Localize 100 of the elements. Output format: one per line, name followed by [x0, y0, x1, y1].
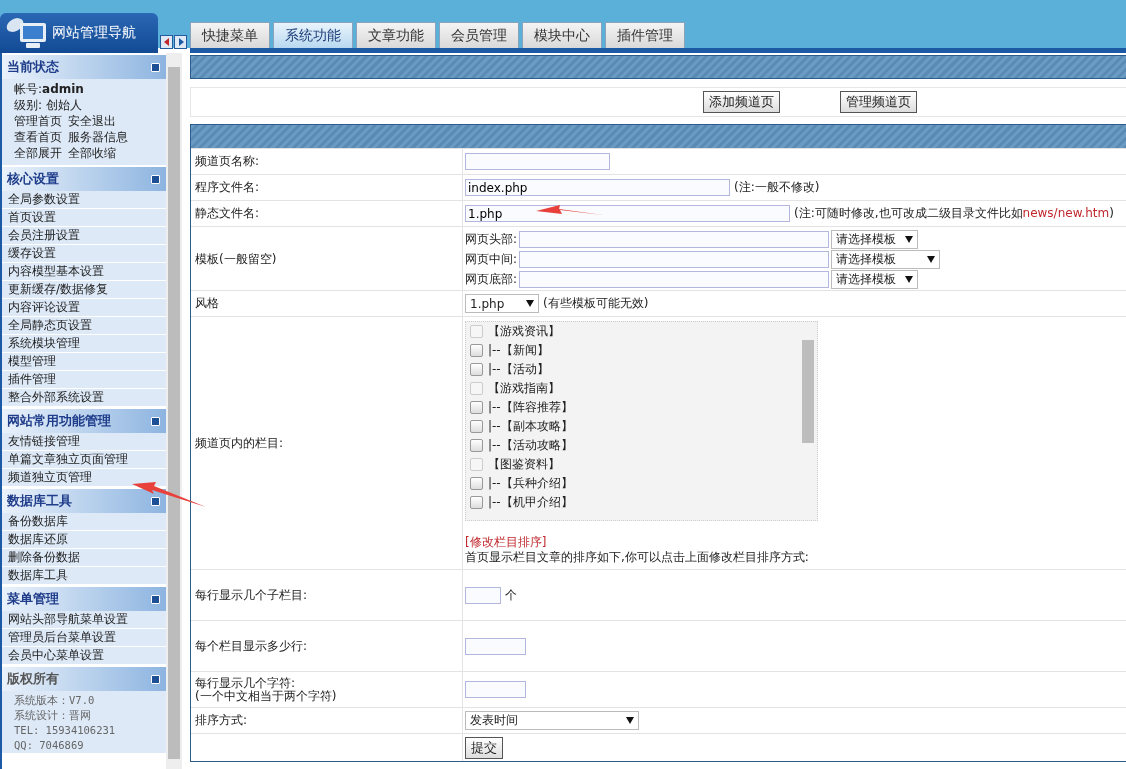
field-label: 网页头部:: [465, 231, 518, 248]
select-dropdown[interactable]: 发表时间: [465, 711, 639, 730]
category-label: |--【副本攻略】: [488, 418, 573, 435]
collapse-icon[interactable]: [151, 674, 160, 684]
collapse-icon[interactable]: [151, 416, 160, 426]
section-header[interactable]: 版权所有: [2, 667, 166, 691]
tab[interactable]: 插件管理: [605, 22, 685, 48]
text-field[interactable]: 1.php: [465, 205, 790, 222]
sidebar-item[interactable]: 内容评论设置: [2, 299, 166, 317]
right-arrow-icon: [176, 37, 185, 47]
scrollbar[interactable]: [166, 53, 182, 769]
section-header[interactable]: 核心设置: [2, 167, 166, 191]
collapse-icon[interactable]: [151, 594, 160, 604]
caret-icon: [626, 717, 634, 724]
status-link[interactable]: 服务器信息: [68, 129, 128, 145]
text-field[interactable]: index.php: [465, 179, 730, 196]
hint-text: 首页显示栏目文章的排序如下,你可以点击上面修改栏目排序方式:: [465, 549, 810, 566]
section-title: 当前状态: [7, 58, 59, 76]
field-label: 风格: [195, 297, 219, 310]
template-dropdown[interactable]: 请选择模板: [831, 250, 941, 269]
status-link[interactable]: 管理首页: [14, 113, 62, 129]
sidebar-item[interactable]: 友情链接管理: [2, 433, 166, 451]
tab[interactable]: 系统功能: [273, 22, 353, 48]
tab[interactable]: 会员管理: [439, 22, 519, 48]
sidebar-item[interactable]: 会员注册设置: [2, 227, 166, 245]
number-field[interactable]: [465, 681, 526, 698]
field-label: 排序方式:: [195, 714, 248, 727]
template-dropdown[interactable]: 请选择模板: [831, 270, 919, 289]
number-field[interactable]: [465, 586, 501, 604]
reorder-link[interactable]: [修改栏目排序]: [465, 535, 547, 549]
category-label: |--【机甲介绍】: [488, 494, 573, 511]
status-link[interactable]: 全部收缩: [68, 145, 116, 161]
sidebar-item[interactable]: 备份数据库: [2, 513, 166, 531]
tab[interactable]: 文章功能: [356, 22, 436, 48]
field-label: 模板(一般留空): [195, 253, 277, 266]
sidebar-item[interactable]: 缓存设置: [2, 245, 166, 263]
sidebar-item[interactable]: 内容模型基本设置: [2, 263, 166, 281]
status-text: 级别: 创始人: [14, 97, 82, 113]
text-field[interactable]: [465, 153, 610, 170]
section-header[interactable]: 菜单管理: [2, 587, 166, 611]
number-field[interactable]: [465, 637, 526, 655]
template-dropdown[interactable]: 请选择模板: [831, 230, 919, 249]
sidebar-item[interactable]: 系统模块管理: [2, 335, 166, 353]
status-link[interactable]: 全部展开: [14, 145, 62, 161]
text-field[interactable]: [519, 271, 830, 288]
status-link[interactable]: 查看首页: [14, 129, 62, 145]
section-title: 菜单管理: [7, 590, 59, 608]
field-label: 静态文件名:: [195, 207, 260, 220]
category-label: |--【阵容推荐】: [488, 399, 573, 416]
sidebar-item[interactable]: 数据库工具: [2, 567, 166, 585]
field-note: (注:一般不修改): [734, 179, 820, 196]
status-link[interactable]: 安全退出: [68, 113, 116, 129]
tab[interactable]: 模块中心: [522, 22, 602, 48]
prev-button[interactable]: [160, 35, 173, 49]
copyright-info: 系统版本：V7.0 系统设计：晋网 TEL: 15934106231 QQ: 7046869: [2, 691, 166, 753]
section-title: 数据库工具: [7, 492, 72, 510]
text-field[interactable]: [519, 251, 830, 268]
select-dropdown[interactable]: 1.php: [465, 294, 539, 313]
category-label: 【游戏指南】: [488, 380, 560, 397]
collapse-icon[interactable]: [151, 62, 160, 72]
action-button[interactable]: 管理频道页: [840, 91, 917, 113]
section-header[interactable]: 网站常用功能管理: [2, 409, 166, 433]
field-label: 程序文件名:: [195, 181, 260, 194]
sidebar-item[interactable]: 网站头部导航菜单设置: [2, 611, 166, 629]
section-header[interactable]: 当前状态: [2, 55, 166, 79]
caret-icon: [905, 276, 914, 283]
next-button[interactable]: [174, 35, 187, 49]
sidebar-item[interactable]: 全局静态页设置: [2, 317, 166, 335]
sidebar-item[interactable]: 数据库还原: [2, 531, 166, 549]
field-note: (有些模板可能无效): [543, 295, 649, 312]
collapse-icon[interactable]: [151, 174, 160, 184]
left-arrow-icon: [162, 37, 171, 47]
caret-icon: [927, 256, 936, 263]
category-label: |--【活动攻略】: [488, 437, 573, 454]
category-label: |--【活动】: [488, 361, 549, 378]
sidebar-item[interactable]: 模型管理: [2, 353, 166, 371]
tab[interactable]: 快捷菜单: [190, 22, 270, 48]
sidebar-item[interactable]: 首页设置: [2, 209, 166, 227]
sidebar-item[interactable]: 删除备份数据: [2, 549, 166, 567]
category-label: |--【兵种介绍】: [488, 475, 573, 492]
sidebar-item[interactable]: 频道独立页管理: [2, 469, 166, 487]
action-button[interactable]: 添加频道页: [703, 91, 780, 113]
sidebar-item[interactable]: 全局参数设置: [2, 191, 166, 209]
section-header[interactable]: 数据库工具: [2, 489, 166, 513]
field-label: 网页中间:: [465, 251, 518, 268]
sidebar-item[interactable]: 单篇文章独立页面管理: [2, 451, 166, 469]
submit-button[interactable]: 提交: [465, 736, 503, 759]
caret-icon: [905, 236, 914, 243]
category-label: 【图鉴资料】: [488, 456, 560, 473]
sidebar-item[interactable]: 更新缓存/数据修复: [2, 281, 166, 299]
nav-title: 网站管理导航: [52, 24, 136, 42]
text-field[interactable]: [519, 231, 830, 248]
sidebar-item[interactable]: 插件管理: [2, 371, 166, 389]
section-title: 版权所有: [7, 670, 59, 688]
section-title: 核心设置: [7, 170, 59, 188]
sidebar-item[interactable]: 管理员后台菜单设置: [2, 629, 166, 647]
sidebar-item[interactable]: 整合外部系统设置: [2, 389, 166, 407]
category-label: |--【新闻】: [488, 342, 549, 359]
sidebar-item[interactable]: 会员中心菜单设置: [2, 647, 166, 665]
collapse-icon[interactable]: [151, 496, 160, 506]
